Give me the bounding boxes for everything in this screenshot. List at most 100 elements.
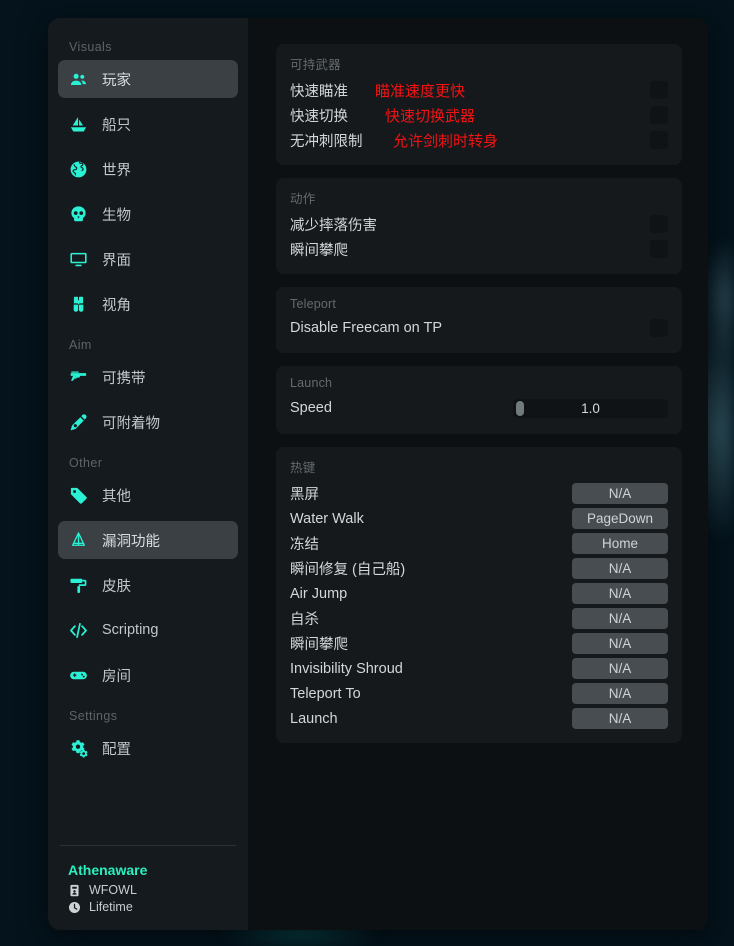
hotkey-label: 冻结	[290, 537, 319, 553]
sidebar-item-label: 生物	[102, 207, 131, 224]
nav-group-label-aim: Aim	[69, 338, 92, 352]
hotkey-bind-button[interactable]: PageDown	[572, 508, 668, 529]
binoculars-icon	[68, 294, 88, 314]
sidebar-item-label: 视角	[102, 297, 131, 314]
code-icon	[68, 620, 88, 640]
slider-value: 1.0	[581, 400, 600, 416]
panel-title: Teleport	[290, 297, 337, 311]
option-row[interactable]: Disable Freecam on TP	[290, 316, 668, 340]
option-row[interactable]: 快速切换 快速切换武器	[290, 103, 668, 127]
hotkey-bind-button[interactable]: N/A	[572, 658, 668, 679]
translation-annotation: 瞄准速度更快	[375, 81, 466, 100]
panel-Launch: Launch Speed 1.0	[276, 366, 682, 434]
slider-label: Speed	[290, 400, 332, 416]
checkbox-toggle[interactable]	[650, 319, 668, 337]
option-label: 无冲刺限制	[290, 133, 363, 150]
sidebar: Visuals 玩家船只世界生物界面视角 Aim 可携带可附着物 Other 其他漏洞功能…	[48, 18, 248, 930]
sidebar-item-界面[interactable]: 界面	[58, 240, 238, 278]
hotkey-label: Invisibility Shroud	[290, 660, 403, 677]
panel-热键: 热键黑屏 N/A Water Walk PageDown 冻结 Home 瞬间修复 (自己船…	[276, 447, 682, 743]
checkbox-toggle[interactable]	[650, 131, 668, 149]
translation-annotation: 允许剑刺时转身	[393, 131, 499, 150]
pistol-icon	[68, 367, 88, 387]
content-area: 可持武器 快速瞄准 瞄准速度更快 快速切换 快速切换武器 无冲刺限制 允许剑刺时转身 动作 减少…	[248, 18, 708, 930]
clock-icon	[68, 901, 81, 914]
speed-slider[interactable]: 1.0	[513, 398, 668, 418]
sidebar-item-Scripting[interactable]: Scripting	[58, 611, 238, 649]
sidebar-item-视角[interactable]: 视角	[58, 285, 238, 323]
sidebar-item-房间[interactable]: 房间	[58, 656, 238, 694]
sidebar-item-其他[interactable]: 其他	[58, 476, 238, 514]
nav-group-label-other: Other	[69, 456, 103, 470]
translation-annotation: 快速切换武器	[385, 106, 476, 125]
option-label: 快速瞄准	[290, 83, 348, 100]
sidebar-footer: Athenaware WFOWL Lifetime	[58, 862, 238, 930]
option-row[interactable]: 瞬间攀爬	[290, 237, 668, 261]
sidebar-item-可携带[interactable]: 可携带	[58, 358, 238, 396]
globe-icon	[68, 159, 88, 179]
hotkey-label: Launch	[290, 710, 338, 727]
footer-plan-row: Lifetime	[68, 900, 236, 914]
hotkey-bind-button[interactable]: N/A	[572, 683, 668, 704]
option-label: 瞬间攀爬	[290, 242, 348, 259]
hotkey-bind-button[interactable]: N/A	[572, 633, 668, 654]
sidebar-item-label: 界面	[102, 252, 131, 269]
hotkey-bind-button[interactable]: N/A	[572, 583, 668, 604]
sidebar-item-皮肤[interactable]: 皮肤	[58, 566, 238, 604]
option-row[interactable]: 无冲刺限制 允许剑刺时转身	[290, 128, 668, 152]
sidebar-item-label: 房间	[102, 668, 131, 685]
checkbox-toggle[interactable]	[650, 81, 668, 99]
panel-Teleport: Teleport Disable Freecam on TP	[276, 287, 682, 353]
hotkey-label: Water Walk	[290, 510, 364, 527]
sidebar-item-label: 可携带	[102, 370, 146, 387]
hotkey-row: 冻结 Home	[290, 531, 668, 556]
sidebar-item-label: Scripting	[102, 622, 159, 638]
checkbox-toggle[interactable]	[650, 240, 668, 258]
sidebar-item-漏洞功能[interactable]: 漏洞功能	[58, 521, 238, 559]
paint-roller-icon	[68, 575, 88, 595]
option-label: 减少摔落伤害	[290, 217, 377, 234]
hotkey-row: Water Walk PageDown	[290, 506, 668, 531]
hotkey-label: Air Jump	[290, 585, 348, 602]
checkbox-toggle[interactable]	[650, 106, 668, 124]
hotkey-row: Air Jump N/A	[290, 581, 668, 606]
hotkey-bind-button[interactable]: Home	[572, 533, 668, 554]
slider-row: Speed 1.0	[290, 395, 668, 421]
panel-动作: 动作 减少摔落伤害 瞬间攀爬	[276, 178, 682, 274]
sidebar-item-配置[interactable]: 配置	[58, 729, 238, 767]
hotkey-row: 自杀 N/A	[290, 606, 668, 631]
hotkey-row: Invisibility Shroud N/A	[290, 656, 668, 681]
nav-group-label-visuals: Visuals	[69, 40, 112, 54]
hotkey-bind-button[interactable]: N/A	[572, 708, 668, 729]
users-icon	[68, 69, 88, 89]
wizard-hat-icon	[68, 530, 88, 550]
pen-nib-icon	[68, 412, 88, 432]
sidebar-item-生物[interactable]: 生物	[58, 195, 238, 233]
option-label: Disable Freecam on TP	[290, 320, 443, 336]
monitor-icon	[68, 249, 88, 269]
hotkey-row: Launch N/A	[290, 706, 668, 731]
hotkey-bind-button[interactable]: N/A	[572, 558, 668, 579]
hotkey-row: 黑屏 N/A	[290, 481, 668, 506]
id-card-icon	[68, 884, 81, 897]
sidebar-item-label: 配置	[102, 741, 131, 758]
option-label: 快速切换	[290, 108, 348, 125]
sidebar-item-label: 船只	[102, 117, 131, 134]
hotkey-bind-button[interactable]: N/A	[572, 483, 668, 504]
hotkey-row: 瞬间修复 (自己船) N/A	[290, 556, 668, 581]
panel-title: 热键	[290, 461, 316, 475]
sidebar-item-世界[interactable]: 世界	[58, 150, 238, 188]
option-row[interactable]: 快速瞄准 瞄准速度更快	[290, 78, 668, 102]
brand-name: Athenaware	[68, 862, 148, 878]
sidebar-item-玩家[interactable]: 玩家	[58, 60, 238, 98]
boat-icon	[68, 114, 88, 134]
sidebar-item-label: 其他	[102, 488, 131, 505]
option-row[interactable]: 减少摔落伤害	[290, 212, 668, 236]
sidebar-item-可附着物[interactable]: 可附着物	[58, 403, 238, 441]
sidebar-item-船只[interactable]: 船只	[58, 105, 238, 143]
hotkey-bind-button[interactable]: N/A	[572, 608, 668, 629]
panel-title: Launch	[290, 376, 333, 390]
sidebar-item-label: 可附着物	[102, 415, 160, 432]
checkbox-toggle[interactable]	[650, 215, 668, 233]
